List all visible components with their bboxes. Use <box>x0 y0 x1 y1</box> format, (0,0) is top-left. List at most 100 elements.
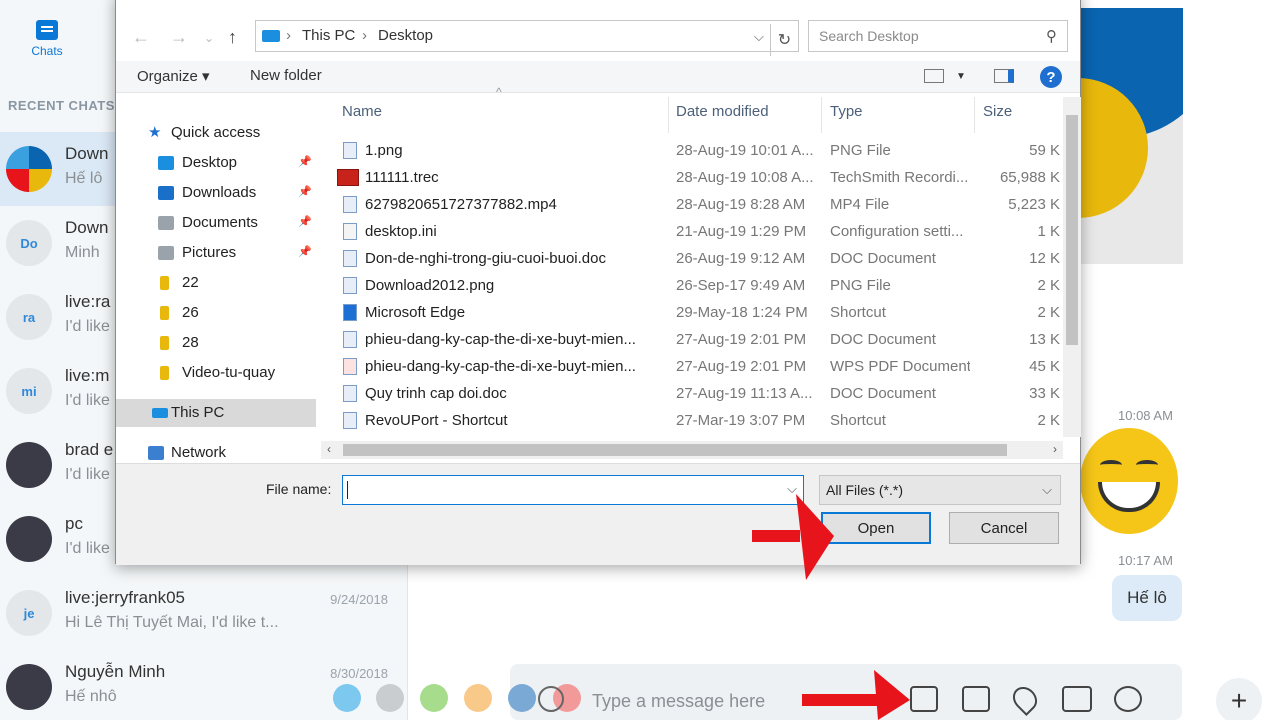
emoji-picker-icon[interactable] <box>538 686 564 712</box>
file-name: Don-de-nghi-trong-giu-cuoi-buoi.doc <box>365 250 606 267</box>
file-date: 27-Aug-19 11:13 A... <box>676 385 813 402</box>
file-row[interactable]: Quy trinh cap doi.doc 27-Aug-19 11:13 A..… <box>321 380 1069 407</box>
nav-item[interactable]: Downloads 📌 <box>116 179 316 207</box>
back-arrow-icon[interactable]: ← <box>132 27 150 48</box>
file-row[interactable]: 6279820651727377882.mp4 28-Aug-19 8:28 AM… <box>321 191 1069 218</box>
nav-chats[interactable]: Chats <box>22 20 72 58</box>
scroll-left-icon[interactable]: ‹ <box>327 442 331 456</box>
pin-icon[interactable]: 📌 <box>298 245 312 258</box>
file-type: TechSmith Recordi... <box>830 169 969 186</box>
file-row[interactable]: Microsoft Edge 29-May-18 1:24 PM Shortcut 2… <box>321 299 1069 326</box>
column-date[interactable]: Date modified <box>676 103 769 120</box>
new-folder-button[interactable]: New folder <box>250 67 322 84</box>
file-size: 45 K <box>1029 358 1060 375</box>
chat-list-item[interactable]: je live:jerryfrank05 Hi Lê Thị Tuyết Mai, … <box>0 576 408 650</box>
poll-icon[interactable] <box>1114 686 1142 712</box>
file-size: 2 K <box>1037 304 1060 321</box>
color-dot <box>508 684 536 712</box>
nav-this-pc[interactable]: This PC <box>116 399 316 427</box>
scroll-thumb[interactable] <box>343 444 1007 456</box>
file-row[interactable]: 1.png 28-Aug-19 10:01 A... PNG File 59 K <box>321 137 1069 164</box>
message-input[interactable]: Type a message here <box>592 691 765 712</box>
nav-item[interactable]: Pictures 📌 <box>116 239 316 267</box>
nav-item[interactable]: Video-tu-quay <box>116 359 316 387</box>
contact-card-icon[interactable] <box>1062 686 1092 712</box>
vertical-scrollbar[interactable] <box>1063 97 1081 437</box>
file-type: PNG File <box>830 142 891 159</box>
file-type: WPS PDF Document <box>830 358 970 375</box>
nav-item[interactable]: Desktop 📌 <box>116 149 316 177</box>
file-icon <box>343 385 357 402</box>
file-row[interactable]: phieu-dang-ky-cap-the-di-xe-buyt-mien...… <box>321 353 1069 380</box>
breadcrumb-this-pc[interactable]: This PC <box>302 27 355 44</box>
file-row[interactable]: Download2012.png 26-Sep-17 9:49 AM PNG Fil… <box>321 272 1069 299</box>
file-icon <box>343 304 357 321</box>
file-date: 21-Aug-19 1:29 PM <box>676 223 807 240</box>
file-date: 29-May-18 1:24 PM <box>676 304 808 321</box>
nav-quick-access[interactable]: ★ Quick access <box>116 119 316 147</box>
chevron-down-icon[interactable]: ▼ <box>956 71 966 82</box>
column-divider[interactable] <box>668 97 669 133</box>
file-type-select[interactable]: All Files (*.*) ⌵ <box>819 475 1061 505</box>
file-size: 5,223 K <box>1008 196 1060 213</box>
breadcrumb-sep-icon: › <box>286 27 291 44</box>
nav-item[interactable]: 28 <box>116 329 316 357</box>
file-icon <box>337 169 359 186</box>
recent-locations-icon[interactable]: ⌄ <box>204 31 214 45</box>
breadcrumb-desktop[interactable]: Desktop <box>378 27 433 44</box>
scroll-right-icon[interactable]: › <box>1053 442 1057 456</box>
network-icon <box>148 446 164 460</box>
refresh-icon[interactable]: ↻ <box>770 24 798 56</box>
video-message-icon[interactable] <box>962 686 990 712</box>
nav-item[interactable]: 22 <box>116 269 316 297</box>
column-divider[interactable] <box>821 97 822 133</box>
send-file-icon[interactable] <box>910 686 938 712</box>
pin-icon[interactable]: 📌 <box>298 215 312 228</box>
chat-preview: I'd like <box>65 392 110 409</box>
nav-label: Network <box>171 444 227 461</box>
chevron-down-icon[interactable]: ⌵ <box>754 29 764 45</box>
folder-icon <box>160 336 169 350</box>
file-row[interactable]: phieu-dang-ky-cap-the-di-xe-buyt-mien...… <box>321 326 1069 353</box>
file-date: 27-Aug-19 2:01 PM <box>676 358 807 375</box>
file-size: 13 K <box>1029 331 1060 348</box>
file-row[interactable]: desktop.ini 21-Aug-19 1:29 PM Configuratio… <box>321 218 1069 245</box>
file-name-input[interactable]: ⌵ <box>342 475 804 505</box>
chat-preview: I'd like <box>65 540 110 557</box>
file-name: RevoUPort - Shortcut <box>365 412 508 429</box>
file-date: 28-Aug-19 10:08 A... <box>676 169 814 186</box>
file-name: desktop.ini <box>365 223 437 240</box>
file-type-value: All Files (*.*) <box>826 482 904 498</box>
dialog-toolbar: Organize ▾ New folder ▼ ? <box>116 61 1080 93</box>
pin-icon[interactable]: 📌 <box>298 155 312 168</box>
cancel-button[interactable]: Cancel <box>949 512 1059 544</box>
open-button[interactable]: Open <box>821 512 931 544</box>
scroll-thumb[interactable] <box>1066 115 1078 345</box>
view-options-icon[interactable] <box>924 69 944 83</box>
organize-button[interactable]: Organize ▾ <box>137 67 210 85</box>
file-type: DOC Document <box>830 331 936 348</box>
help-icon[interactable]: ? <box>1040 66 1062 88</box>
pin-icon[interactable]: 📌 <box>298 185 312 198</box>
column-type[interactable]: Type <box>830 103 863 120</box>
column-name[interactable]: Name <box>342 103 382 120</box>
chat-preview: I'd like <box>65 318 110 335</box>
up-arrow-icon[interactable]: ↑ <box>228 27 237 48</box>
add-button[interactable]: + <box>1216 678 1262 720</box>
file-icon <box>343 331 357 348</box>
nav-item[interactable]: 26 <box>116 299 316 327</box>
file-type: PNG File <box>830 277 891 294</box>
file-type: DOC Document <box>830 250 936 267</box>
file-row[interactable]: 111111.trec 28-Aug-19 10:08 A... TechSmith… <box>321 164 1069 191</box>
search-input[interactable]: Search Desktop ⚲ <box>808 20 1068 52</box>
file-row[interactable]: RevoUPort - Shortcut 27-Mar-19 3:07 PM Sho… <box>321 407 1069 434</box>
nav-item[interactable]: Documents 📌 <box>116 209 316 237</box>
column-size[interactable]: Size <box>983 103 1012 120</box>
preview-pane-icon[interactable] <box>994 69 1014 83</box>
column-divider[interactable] <box>974 97 975 133</box>
address-bar[interactable]: › This PC › Desktop ⌵ ↻ <box>255 20 799 56</box>
file-row[interactable]: Don-de-nghi-trong-giu-cuoi-buoi.doc 26-Au… <box>321 245 1069 272</box>
forward-arrow-icon[interactable]: → <box>170 27 188 48</box>
file-size: 33 K <box>1029 385 1060 402</box>
horizontal-scrollbar[interactable]: ‹ › <box>321 441 1063 459</box>
